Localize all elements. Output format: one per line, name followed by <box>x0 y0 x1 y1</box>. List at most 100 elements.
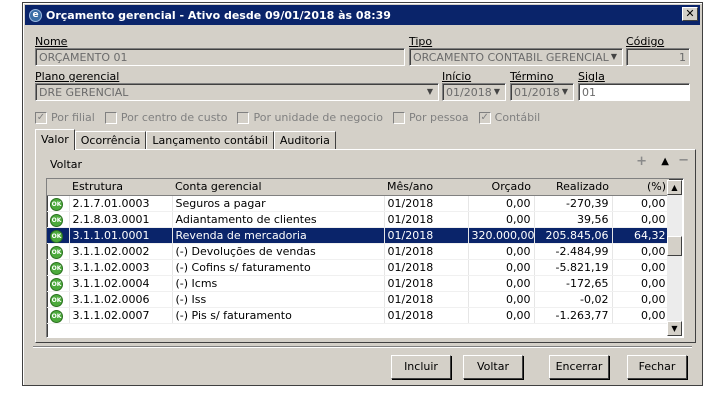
header-mes-ano[interactable]: Mês/ano <box>384 179 468 196</box>
checkbox-por-pessoa[interactable]: Por pessoa <box>392 111 469 124</box>
checkbox-contabil[interactable]: ✓ Contábil <box>478 111 540 124</box>
cell-estrutura: 3.1.1.01.0001 <box>69 227 173 244</box>
status-cell: OK <box>47 275 70 292</box>
tab-auditoria[interactable]: Auditoria <box>273 131 336 149</box>
tab-ocorrencia[interactable]: Ocorrência <box>74 131 147 149</box>
cell-percent: 0,00 <box>612 291 670 308</box>
cell-mes-ano: 01/2018 <box>384 211 469 228</box>
cell-conta: (-) Devoluções de vendas <box>172 243 385 260</box>
cell-mes-ano: 01/2018 <box>384 275 469 292</box>
cell-mes-ano: 01/2018 <box>384 195 469 212</box>
header-orcado[interactable]: Orçado <box>468 179 534 196</box>
checkbox-por-centro-de-custo[interactable]: Por centro de custo <box>104 111 227 124</box>
ok-status-icon: OK <box>50 293 63 306</box>
cell-percent: 64,32 <box>612 227 670 244</box>
codigo-label: Código <box>626 35 665 48</box>
app-icon: e <box>29 8 42 22</box>
sigla-label: Sigla <box>578 70 605 83</box>
title-bar[interactable]: e Orçamento gerencial - Ativo desde 09/0… <box>25 5 700 25</box>
table-row[interactable]: OK 2.1.7.01.0003 Seguros a pagar 01/2018 0,0… <box>47 195 670 212</box>
cell-estrutura: 3.1.1.02.0007 <box>69 307 173 324</box>
cell-estrutura: 3.1.1.02.0002 <box>69 243 173 260</box>
nome-field[interactable]: ORÇAMENTO 01 <box>35 48 405 66</box>
header-percent[interactable]: (%) <box>612 179 669 196</box>
ok-status-icon: OK <box>50 245 63 258</box>
table-row[interactable]: OK 3.1.1.02.0006 (-) Iss 01/2018 0,00 -0,02 0,… <box>47 291 670 308</box>
status-cell: OK <box>47 195 70 212</box>
chevron-down-icon[interactable]: ▼ <box>558 85 572 99</box>
budget-grid[interactable]: Estrutura Conta gerencial Mês/ano Orçado… <box>46 178 684 338</box>
voltar-label: Voltar <box>50 158 83 171</box>
cell-estrutura: 3.1.1.02.0006 <box>69 291 173 308</box>
checkbox-box[interactable] <box>392 111 405 124</box>
checkbox-label: Por pessoa <box>408 111 469 124</box>
tipo-combo[interactable]: ORCAMENTO CONTABIL GERENCIAL ▼ <box>409 48 623 66</box>
cell-conta: Revenda de mercadoria <box>172 227 385 244</box>
fechar-button[interactable]: Fechar <box>627 355 687 379</box>
scroll-up-icon[interactable]: ▲ <box>667 180 682 195</box>
cell-conta: Adiantamento de clientes <box>172 211 385 228</box>
minus-icon[interactable]: − <box>678 153 689 168</box>
inicio-combo[interactable]: 01/2018 ▼ <box>442 83 506 101</box>
chevron-down-icon[interactable]: ▼ <box>490 85 504 99</box>
status-cell: OK <box>47 243 70 260</box>
cell-realizado: -0,02 <box>534 291 613 308</box>
table-row[interactable]: OK 3.1.1.02.0007 (-) Pis s/ faturamento 01/… <box>47 307 670 324</box>
plus-icon[interactable]: + <box>636 154 647 169</box>
cell-orcado: 0,00 <box>468 259 535 276</box>
plano-value: DRE GERENCIAL <box>39 86 129 99</box>
tab-valor[interactable]: Valor <box>35 129 75 150</box>
filter-checkboxes: ✓ Por filial Por centro de custo Por uni… <box>35 111 540 124</box>
budget-table: Estrutura Conta gerencial Mês/ano Orçado… <box>47 179 670 324</box>
termino-combo[interactable]: 01/2018 ▼ <box>510 83 574 101</box>
tab-panel-valor: Voltar + ▲ − Estrutura Conta gerencial M… <box>35 149 696 343</box>
vertical-scrollbar[interactable]: ▲ ▼ <box>667 180 682 336</box>
chevron-down-icon[interactable]: ▼ <box>607 50 621 64</box>
tab-lancamento-contabil[interactable]: Lançamento contábil <box>146 131 274 149</box>
checkbox-por-filial[interactable]: ✓ Por filial <box>35 111 95 124</box>
cell-percent: 0,00 <box>612 243 670 260</box>
ok-status-icon: OK <box>50 213 63 226</box>
cell-realizado: -2.484,99 <box>534 243 613 260</box>
ok-status-icon: OK <box>50 197 63 210</box>
voltar-button[interactable]: Voltar <box>463 355 523 379</box>
grid-body: OK 2.1.7.01.0003 Seguros a pagar 01/2018 0,0… <box>47 195 670 324</box>
checkbox-box[interactable] <box>104 111 117 124</box>
table-row[interactable]: OK 3.1.1.02.0002 (-) Devoluções de vendas 0… <box>47 243 670 260</box>
encerrar-button[interactable]: Encerrar <box>549 355 609 379</box>
close-icon[interactable]: ✕ <box>682 7 698 21</box>
plano-combo[interactable]: DRE GERENCIAL ▼ <box>35 83 439 101</box>
cell-mes-ano: 01/2018 <box>384 307 469 324</box>
header-status <box>47 179 69 196</box>
codigo-field[interactable]: 1 <box>626 48 690 66</box>
checkbox-label: Por filial <box>51 111 95 124</box>
table-row[interactable]: OK 3.1.1.01.0001 Revenda de mercadoria 01/2… <box>47 227 670 244</box>
checkbox-box[interactable] <box>237 111 250 124</box>
status-cell: OK <box>47 259 70 276</box>
arrow-up-icon[interactable]: ▲ <box>661 156 669 167</box>
ok-status-icon: OK <box>50 277 63 290</box>
cell-orcado: 0,00 <box>468 211 535 228</box>
chevron-down-icon[interactable]: ▼ <box>423 85 437 99</box>
checkbox-por-unidade-de-negocio[interactable]: Por unidade de negocio <box>237 111 383 124</box>
nome-label: Nome <box>35 35 68 48</box>
ok-status-icon: OK <box>50 261 63 274</box>
status-cell: OK <box>47 307 70 324</box>
cell-estrutura: 2.1.7.01.0003 <box>69 195 173 212</box>
cell-realizado: -5.821,19 <box>534 259 613 276</box>
table-row[interactable]: OK 3.1.1.02.0003 (-) Cofins s/ faturamento… <box>47 259 670 276</box>
header-conta[interactable]: Conta gerencial <box>172 179 384 196</box>
cell-mes-ano: 01/2018 <box>384 227 469 244</box>
checkbox-box[interactable]: ✓ <box>478 111 491 124</box>
scroll-down-icon[interactable]: ▼ <box>667 321 682 336</box>
header-realizado[interactable]: Realizado <box>534 179 612 196</box>
checkbox-box[interactable]: ✓ <box>35 111 47 124</box>
sigla-field[interactable]: 01 <box>578 83 690 101</box>
incluir-button[interactable]: Incluir <box>391 355 451 379</box>
table-row[interactable]: OK 3.1.1.02.0004 (-) Icms 01/2018 0,00 -172,6… <box>47 275 670 292</box>
table-row[interactable]: OK 2.1.8.03.0001 Adiantamento de clientes 0… <box>47 211 670 228</box>
header-estrutura[interactable]: Estrutura <box>69 179 172 196</box>
window-title: Orçamento gerencial - Ativo desde 09/01/… <box>46 8 391 22</box>
scroll-thumb[interactable] <box>667 236 682 256</box>
plano-label: Plano gerencial <box>35 70 120 83</box>
